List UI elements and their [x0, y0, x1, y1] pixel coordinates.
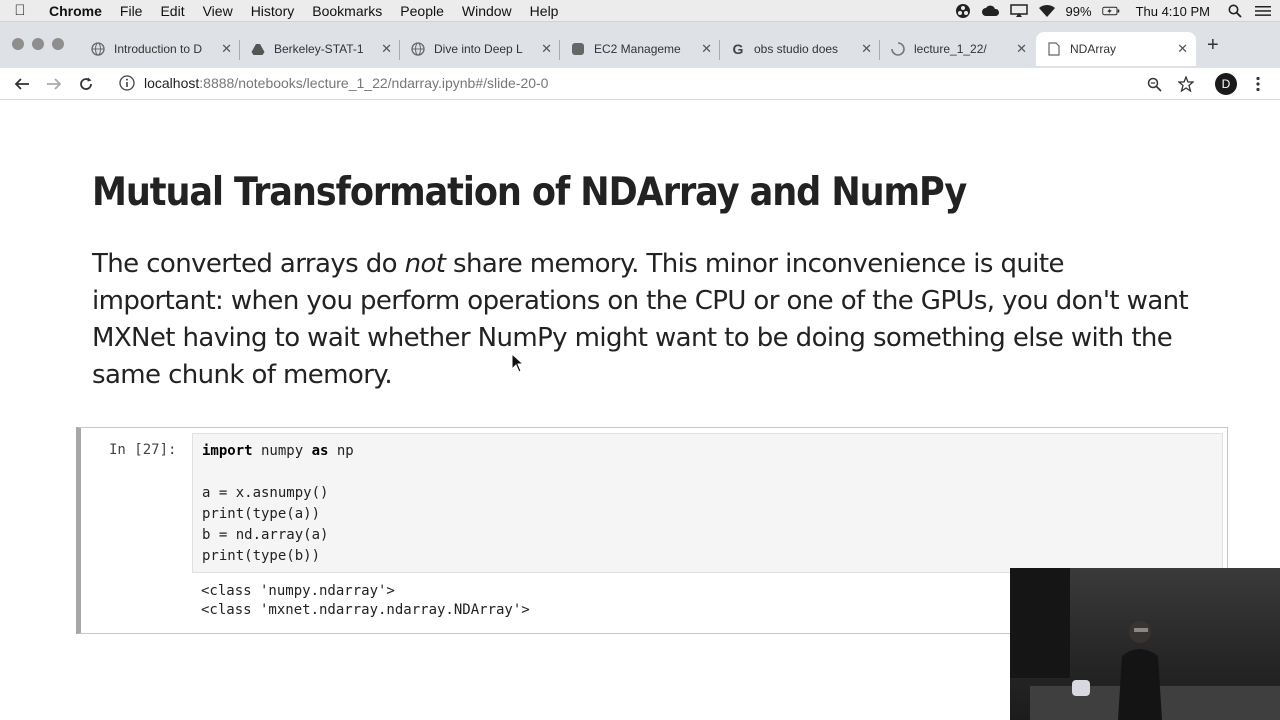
close-tab-icon[interactable]: ✕: [381, 41, 392, 57]
paragraph-text-start: The converted arrays do: [92, 249, 405, 279]
webcam-lamp: [1072, 680, 1090, 696]
presenter-figure: [1110, 616, 1170, 720]
tab-lecture-folder[interactable]: lecture_1_22/ ✕: [880, 32, 1035, 66]
menu-edit[interactable]: Edit: [151, 3, 193, 19]
code-line: a = x.asnumpy(): [202, 485, 329, 501]
paragraph-emphasis: not: [404, 249, 446, 279]
notification-center-icon[interactable]: [1254, 2, 1272, 20]
browser-tab-strip: Introduction to D ✕ Berkeley-STAT-1 ✕ Di…: [0, 22, 1280, 68]
tab-title: NDArray: [1070, 42, 1117, 56]
tab-ec2-management[interactable]: EC2 Manageme ✕: [560, 32, 720, 66]
mouse-pointer-icon: [511, 352, 525, 373]
tab-title: EC2 Manageme: [594, 42, 681, 56]
code-line: print(type(a)): [202, 506, 321, 522]
code-token: np: [328, 443, 354, 459]
menu-view[interactable]: View: [194, 3, 242, 19]
menu-clock[interactable]: Thu 4:10 PM: [1136, 4, 1210, 19]
menu-people[interactable]: People: [391, 3, 453, 19]
output-line: <class 'mxnet.ndarray.ndarray.NDArray'>: [201, 602, 530, 618]
tab-introduction[interactable]: Introduction to D ✕: [80, 32, 240, 66]
obs-icon[interactable]: [954, 2, 972, 20]
tab-title: lecture_1_22/: [914, 42, 987, 56]
close-tab-icon[interactable]: ✕: [701, 41, 712, 57]
code-line: print(type(b)): [202, 548, 321, 564]
tab-berkeley[interactable]: Berkeley-STAT-1 ✕: [240, 32, 400, 66]
reload-icon[interactable]: [74, 72, 98, 96]
close-tab-icon[interactable]: ✕: [1016, 41, 1027, 57]
webcam-board: [1010, 568, 1070, 678]
new-tab-button[interactable]: +: [1207, 34, 1219, 57]
battery-percent: 99%: [1065, 3, 1092, 19]
close-tab-icon[interactable]: ✕: [221, 41, 232, 57]
url-path: :8888/notebooks/lecture_1_22/ndarray.ipy…: [199, 75, 549, 91]
window-controls: [12, 38, 64, 50]
profile-initial: D: [1215, 73, 1237, 95]
battery-charging-icon[interactable]: [1101, 2, 1120, 20]
document-icon: [1046, 41, 1062, 57]
bookmark-star-icon[interactable]: [1176, 72, 1196, 96]
menu-history[interactable]: History: [242, 3, 304, 19]
spotlight-search-icon[interactable]: [1226, 2, 1244, 20]
drive-icon: [250, 41, 266, 57]
close-tab-icon[interactable]: ✕: [1177, 41, 1188, 57]
code-keyword: import: [202, 443, 253, 459]
menu-window[interactable]: Window: [453, 3, 521, 19]
google-icon: G: [732, 41, 744, 57]
cloud-icon[interactable]: [981, 2, 1000, 20]
globe-icon: [410, 41, 426, 57]
globe-icon: [90, 41, 106, 57]
macos-menu-bar:  Chrome File Edit View History Bookmark…: [0, 0, 1280, 22]
tab-title: obs studio does: [754, 42, 839, 56]
loading-icon: [890, 41, 906, 57]
minimize-window-button[interactable]: [32, 38, 44, 50]
menu-file[interactable]: File: [111, 3, 152, 19]
address-bar[interactable]: localhost:8888/notebooks/lecture_1_22/nd…: [110, 68, 1210, 98]
code-editor[interactable]: import numpy as np a = x.asnumpy() print…: [192, 433, 1223, 573]
tab-ndarray-active[interactable]: NDArray ✕: [1036, 32, 1196, 66]
tab-title: Dive into Deep L: [434, 42, 523, 56]
close-window-button[interactable]: [12, 38, 24, 50]
zoom-icon[interactable]: [1144, 72, 1164, 96]
site-info-icon[interactable]: [118, 74, 136, 92]
slide-title: Mutual Transformation of NDArray and Num…: [92, 170, 967, 215]
tab-title: Introduction to D: [114, 42, 203, 56]
aws-icon: [570, 41, 586, 57]
tab-title: Berkeley-STAT-1: [274, 42, 364, 56]
tab-dive-into-deep-learning[interactable]: Dive into Deep L ✕: [400, 32, 560, 66]
slide-paragraph: The converted arrays do not share memory…: [92, 246, 1202, 394]
wifi-icon[interactable]: [1038, 2, 1056, 20]
input-prompt: In [27]:: [109, 442, 177, 458]
tab-obs-studio[interactable]: G obs studio does ✕: [720, 32, 880, 66]
url-host: localhost: [144, 75, 200, 91]
code-line: import numpy as np: [202, 443, 354, 459]
code-token: numpy: [252, 443, 312, 459]
output-line: <class 'numpy.ndarray'>: [201, 583, 395, 599]
menu-app-chrome[interactable]: Chrome: [40, 3, 111, 19]
browser-toolbar: localhost:8888/notebooks/lecture_1_22/nd…: [0, 68, 1280, 100]
webcam-overlay: [1010, 568, 1280, 720]
close-tab-icon[interactable]: ✕: [861, 41, 872, 57]
code-line: b = nd.array(a): [202, 527, 329, 543]
menu-help[interactable]: Help: [521, 3, 568, 19]
back-arrow-icon[interactable]: [10, 72, 34, 96]
chrome-menu-icon[interactable]: [1250, 72, 1266, 96]
close-tab-icon[interactable]: ✕: [541, 41, 552, 57]
menu-bookmarks[interactable]: Bookmarks: [303, 3, 391, 19]
code-keyword: as: [311, 443, 329, 459]
forward-arrow-icon[interactable]: [42, 72, 66, 96]
profile-avatar[interactable]: D: [1214, 72, 1238, 96]
fullscreen-window-button[interactable]: [52, 38, 64, 50]
airplay-icon[interactable]: [1009, 2, 1028, 20]
apple-menu-icon[interactable]: : [0, 2, 40, 19]
menu-bar-tray: 99% Thu 4:10 PM: [954, 0, 1272, 22]
